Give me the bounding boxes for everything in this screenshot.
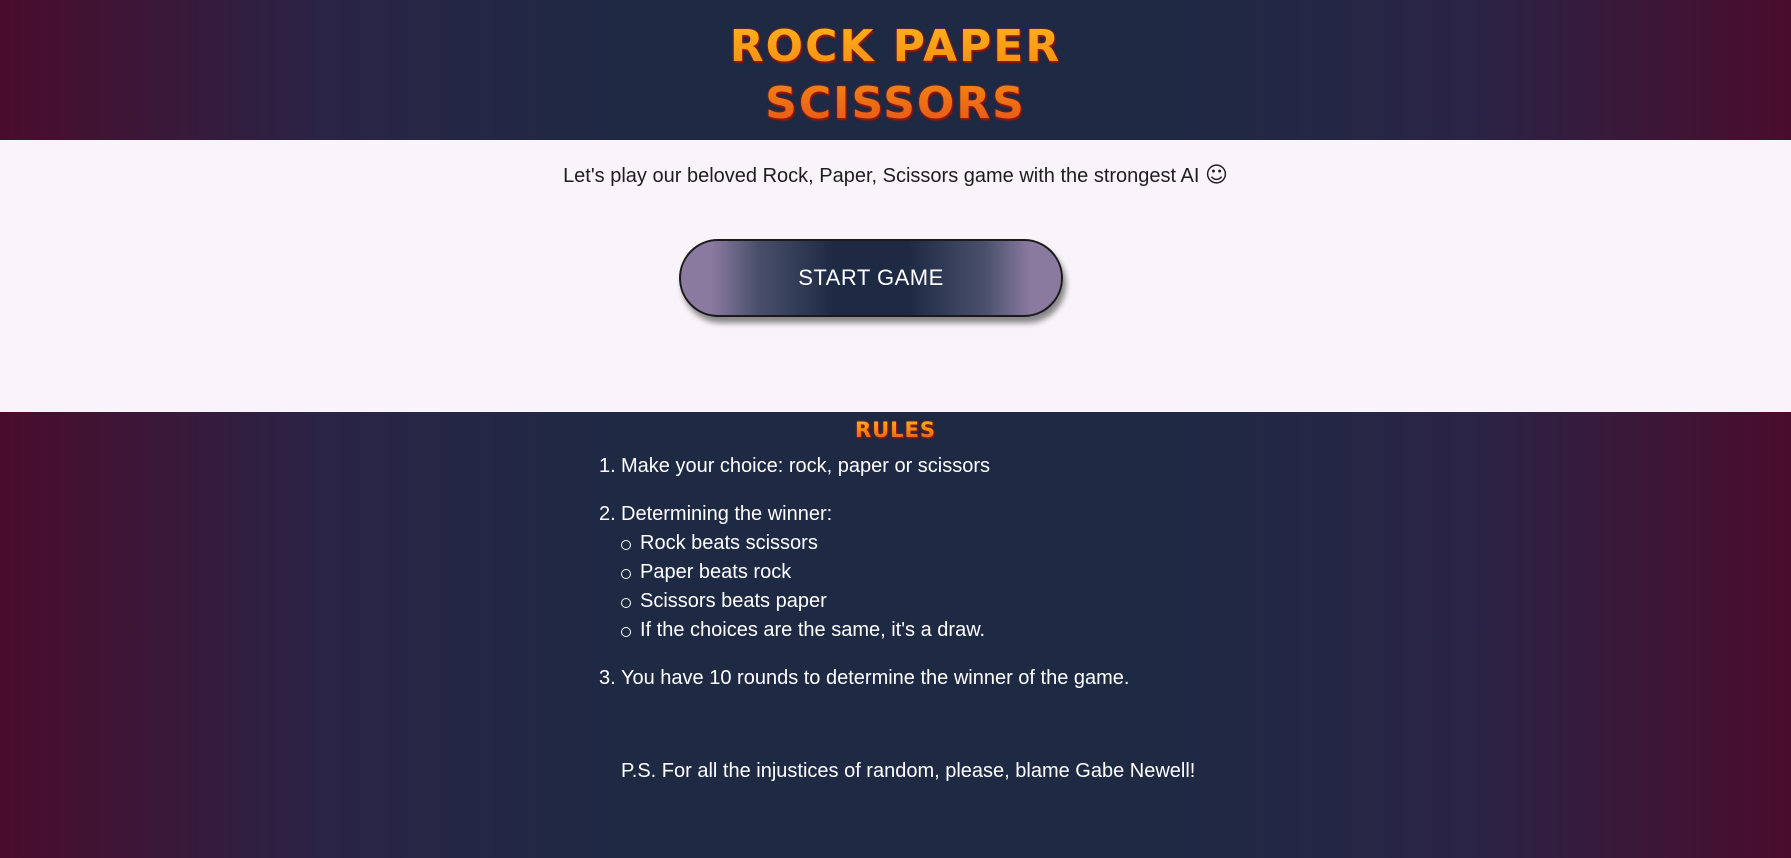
rule-text: You have 10 rounds to determine the winn…	[621, 667, 1130, 689]
rule-number: 2.	[599, 503, 616, 525]
sub-list-item: If the choices are the same, it's a draw…	[621, 616, 1239, 645]
rule-number: 1.	[599, 455, 616, 477]
rule-text: Determining the winner:	[621, 503, 833, 525]
rule-item-2: 2. Determining the winner: Rock beats sc…	[599, 500, 1239, 645]
rule-number: 3.	[599, 667, 616, 689]
tagline: Let's play our beloved Rock, Paper, Scis…	[0, 163, 1791, 188]
rule-item-3: 3. You have 10 rounds to determine the w…	[599, 664, 1239, 693]
rules-list: 1. Make your choice: rock, paper or scis…	[599, 452, 1239, 712]
tagline-text: Let's play our beloved Rock, Paper, Scis…	[563, 165, 1200, 187]
rules-title: Rules	[0, 418, 1791, 442]
intro-section: Let's play our beloved Rock, Paper, Scis…	[0, 140, 1791, 412]
sub-list-item: Rock beats scissors	[621, 529, 1239, 558]
page-title: Rock Paper Scissors	[0, 18, 1791, 132]
smile-icon: ☺	[1205, 163, 1228, 188]
ps-note: P.S. For all the injustices of random, p…	[621, 760, 1196, 782]
rule-text: Make your choice: rock, paper or scissor…	[621, 455, 991, 477]
rule-body: Determining the winner: Rock beats sciss…	[621, 500, 1239, 645]
title-line-1: Rock Paper	[729, 21, 1062, 72]
winner-sub-list: Rock beats scissors Paper beats rock Sci…	[621, 529, 1239, 645]
rule-item-1: 1. Make your choice: rock, paper or scis…	[599, 452, 1239, 481]
header: Rock Paper Scissors	[0, 0, 1791, 140]
sub-list-item: Scissors beats paper	[621, 587, 1239, 616]
start-game-button[interactable]: START GAME	[679, 239, 1063, 317]
rules-section: Rules 1. Make your choice: rock, paper o…	[0, 412, 1791, 858]
sub-list-item: Paper beats rock	[621, 558, 1239, 587]
title-line-2: Scissors	[765, 78, 1026, 129]
